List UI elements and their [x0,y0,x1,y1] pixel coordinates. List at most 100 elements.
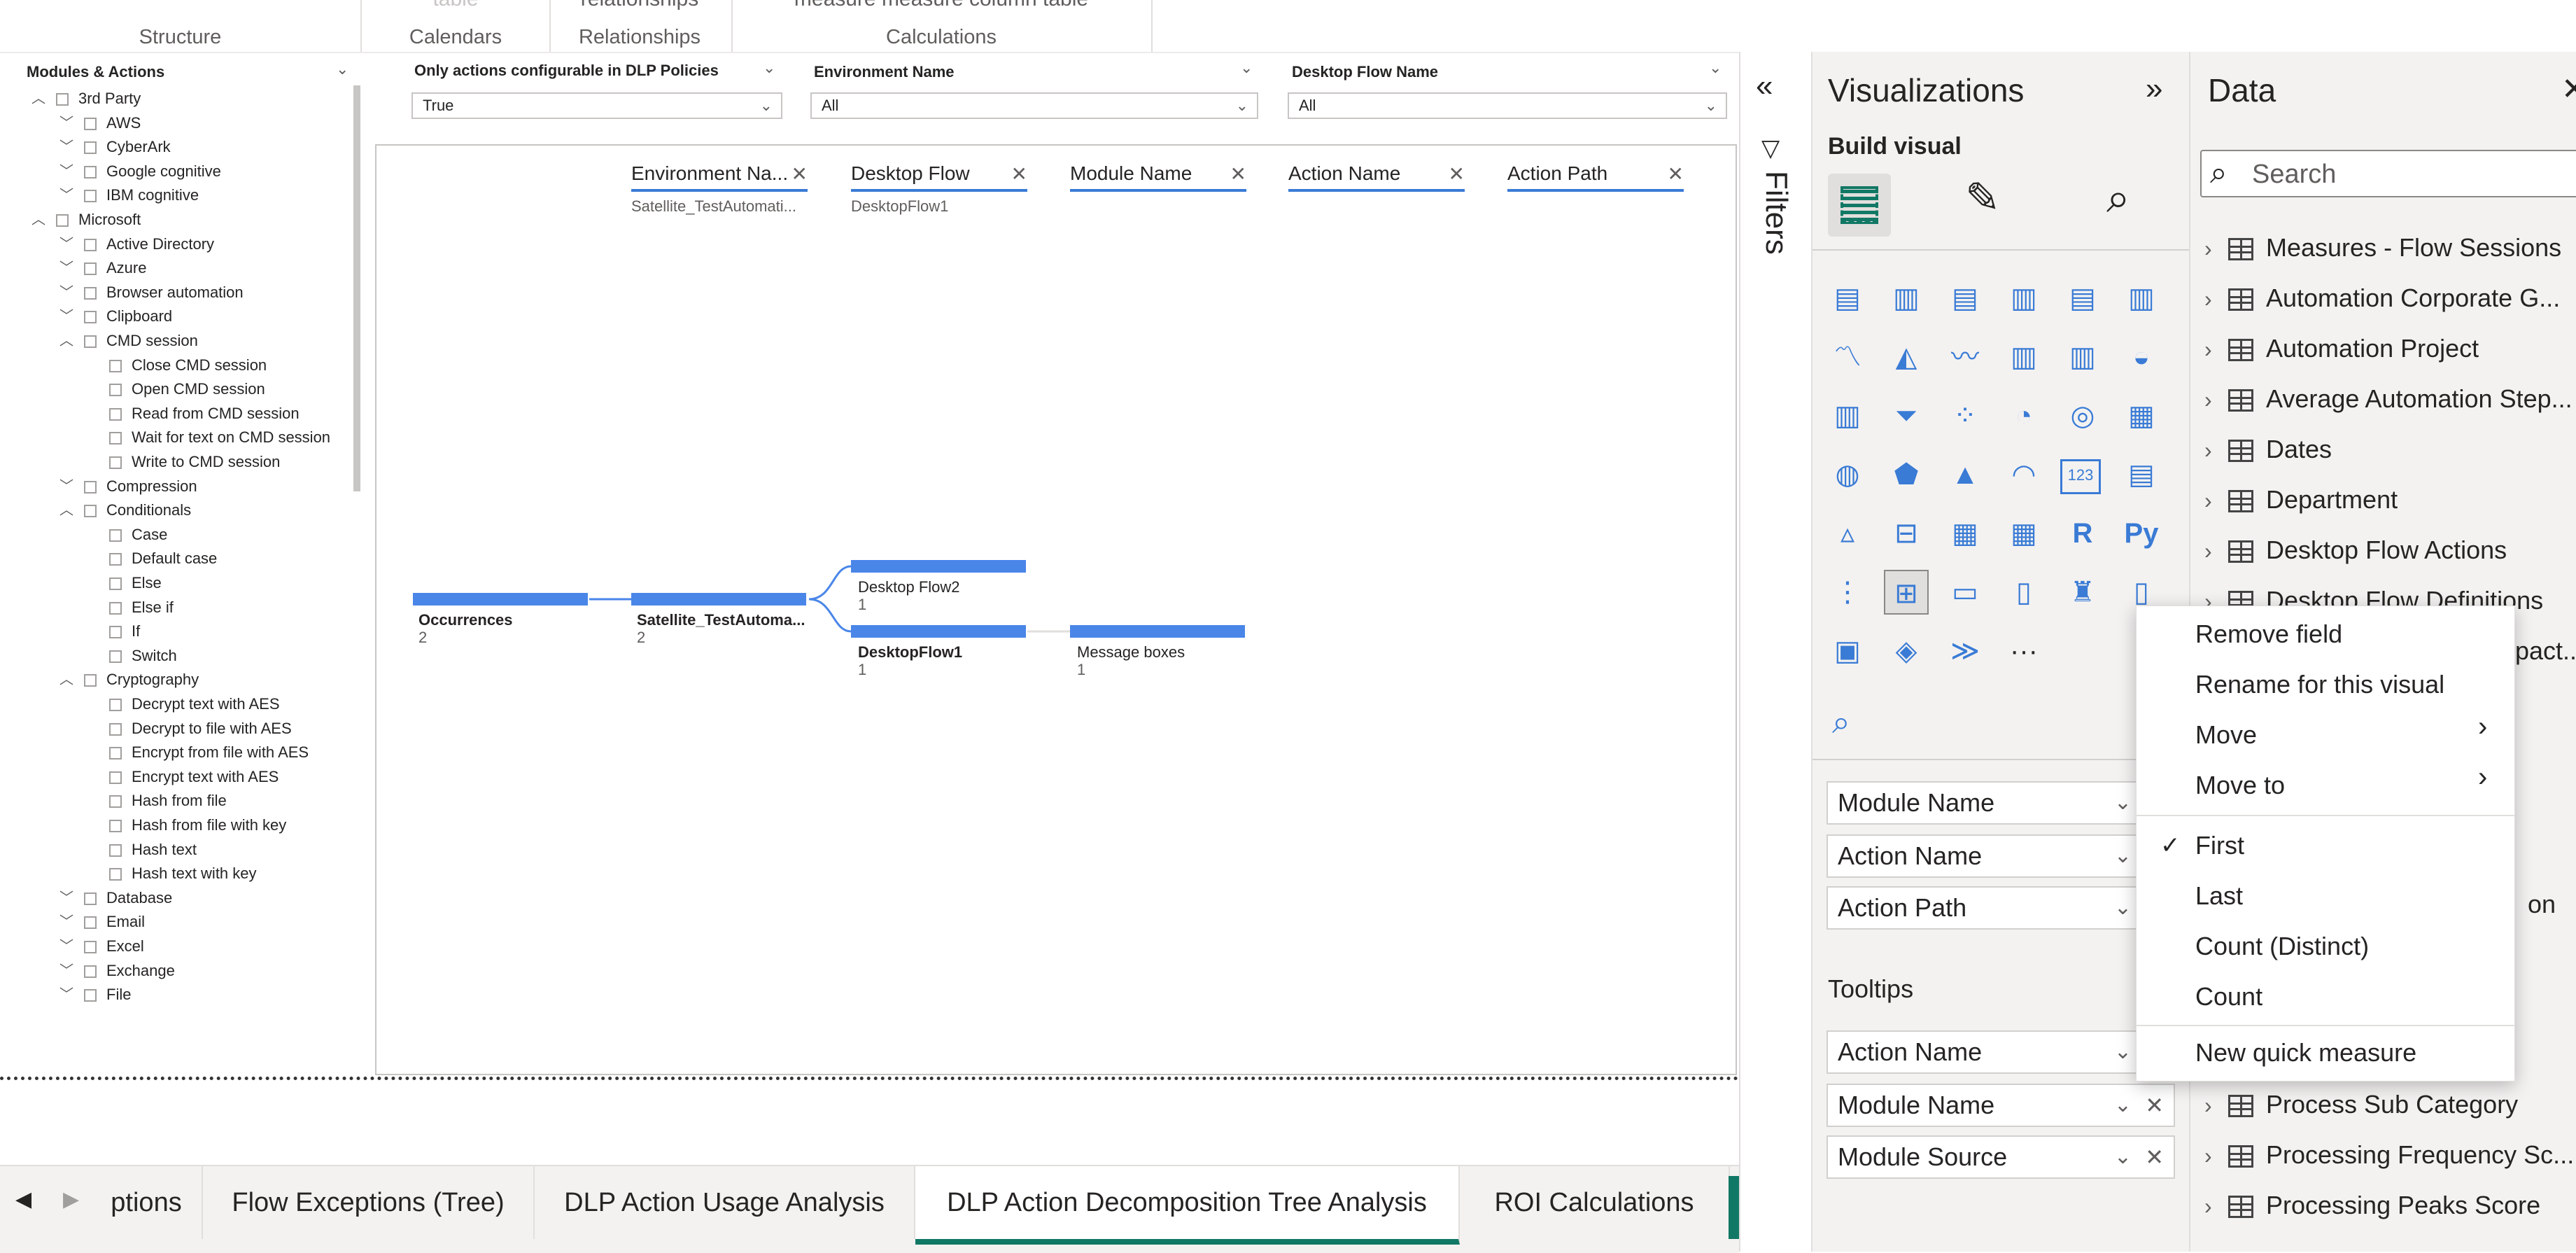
visual-type-icon[interactable]: ▤ [1943,276,1987,321]
chevron-right-icon[interactable]: › [2204,223,2228,274]
tab-flow-exceptions-tree[interactable]: Flow Exceptions (Tree) [203,1166,535,1239]
r-visual-icon[interactable]: R [2060,511,2105,556]
visual-type-icon[interactable]: ◎ [2060,393,2105,438]
visual-type-icon[interactable]: ▲ [1943,452,1987,497]
data-table-item[interactable]: › Average Automation Step... [2204,374,2573,424]
menu-item-new-quick-measure[interactable]: New quick measure [2195,1028,2416,1078]
chevron-right-icon[interactable]: › [2204,1181,2228,1231]
visual-type-icon[interactable]: ⬟ [1884,452,1929,497]
analytics-icon[interactable]: ⌕ [2106,174,2130,223]
visual-type-icon[interactable]: ▦ [1943,511,1987,556]
data-table-item[interactable]: › Process Sub Category [2204,1079,2518,1130]
visual-type-icon[interactable]: ◒ [2119,335,2164,379]
menu-item-move[interactable]: Move [2195,710,2257,760]
visual-type-icon[interactable]: ▦ [2119,393,2164,438]
data-table-item[interactable]: › Processing Peaks Score [2204,1180,2540,1231]
build-visual-tab[interactable] [1828,174,1891,237]
visual-type-icon[interactable]: ▯ [2001,570,2046,615]
visual-type-icon[interactable]: ▥ [2060,335,2105,379]
tab-dlp-decomposition-tree[interactable]: DLP Action Decomposition Tree Analysis [915,1166,1460,1245]
tab-scroll-right-icon[interactable]: ▶ [63,1187,79,1212]
chevron-right-icon[interactable]: › [2204,324,2228,374]
chevron-right-icon[interactable]: › [2204,374,2228,425]
field-well-action-name[interactable]: Action Name ⌄ [1827,834,2175,878]
chevron-right-icon[interactable]: › [2204,425,2228,475]
tooltip-well-module-name[interactable]: Module Name ⌄ ✕ [1827,1084,2175,1127]
visual-type-icon[interactable]: ▤ [1825,276,1870,321]
close-icon[interactable]: ✕ [2145,1085,2164,1126]
data-table-item[interactable]: › Desktop Flow Actions [2204,525,2507,575]
data-table-item[interactable]: › Department [2204,475,2398,525]
field-well-action-path[interactable]: Action Path ⌄ [1827,886,2175,930]
more-visuals-icon[interactable]: ··· [2001,629,2046,673]
visual-type-icon[interactable]: ▤ [2060,276,2105,321]
visual-type-icon[interactable]: ◠ [2001,452,2046,497]
card-visual-icon[interactable]: 123 [2060,459,2101,494]
visual-type-icon[interactable]: ▣ [1825,629,1870,673]
menu-item-last[interactable]: Last [2195,871,2243,921]
visual-type-icon[interactable]: ⏷ [1884,393,1929,438]
data-table-item[interactable]: on [2528,879,2556,930]
visual-type-icon[interactable]: ▦ [2001,511,2046,556]
menu-item-rename[interactable]: Rename for this visual [2195,659,2444,710]
visual-type-icon[interactable]: ◈ [1884,629,1929,673]
search-icon[interactable]: ⌕ [1832,703,1850,742]
chevron-right-icon[interactable]: › [2204,475,2228,526]
tree-node-bar-flow1[interactable] [851,625,1026,638]
chevron-down-icon[interactable]: ⌄ [2114,1032,2132,1072]
visual-type-icon[interactable]: ▤ [2119,452,2164,497]
visual-type-icon[interactable]: ≫ [1943,629,1987,673]
tab-scroll-left-icon[interactable]: ◀ [15,1187,31,1212]
chevron-right-icon[interactable]: › [2204,1080,2228,1130]
visual-type-icon[interactable]: 〽 [1825,335,1870,379]
tree-node-bar-flow2[interactable] [851,560,1026,573]
data-search-input[interactable]: ⌕ Search [2200,150,2576,197]
visual-type-icon[interactable]: ▵ [1825,511,1870,556]
tree-node-bar-root[interactable] [413,593,588,606]
tab-dlp-action-usage[interactable]: DLP Action Usage Analysis [535,1166,915,1239]
data-table-item[interactable]: › Measures - Flow Sessions [2204,223,2561,273]
visual-type-icon[interactable]: ▥ [2001,276,2046,321]
tab-options[interactable]: ptions [91,1166,203,1239]
menu-item-count-distinct[interactable]: Count (Distinct) [2195,921,2369,972]
visual-type-icon[interactable]: ⋮ [1825,570,1870,615]
format-brush-icon[interactable]: ✎ [1965,174,2000,223]
visual-type-icon[interactable]: ⁘ [1943,393,1987,438]
python-visual-icon[interactable]: Py [2119,511,2164,556]
chevron-down-icon[interactable]: ⌄ [2114,888,2132,928]
visual-type-icon[interactable]: ▥ [1884,276,1929,321]
field-well-module-name[interactable]: Module Name ⌄ [1827,781,2175,825]
collapse-right-icon[interactable]: » [2146,71,2162,106]
tree-node-bar-env[interactable] [631,593,806,606]
expand-left-icon[interactable]: « [1756,69,1773,104]
data-table-item[interactable]: pact.. [2515,626,2576,676]
close-icon[interactable]: ✕ [2561,71,2576,107]
menu-item-remove-field[interactable]: Remove field [2195,609,2342,659]
close-icon[interactable]: ✕ [2145,1137,2164,1177]
visual-type-icon[interactable]: ◍ [1825,452,1870,497]
menu-item-move-to[interactable]: Move to [2195,760,2285,811]
chevron-right-icon[interactable]: › [2204,274,2228,324]
visual-type-icon[interactable]: ♜ [2060,570,2105,615]
chevron-down-icon[interactable]: ⌄ [2114,836,2132,876]
tooltip-well-action-name[interactable]: Action Name ⌄ [1827,1030,2175,1074]
filters-pane-label[interactable]: Filters [1759,171,1794,255]
data-table-item[interactable]: › Automation Corporate G... [2204,273,2560,323]
tree-node-bar-module[interactable] [1070,625,1245,638]
decomposition-tree-visual-icon[interactable]: ⊞ [1884,570,1929,615]
chevron-down-icon[interactable]: ⌄ [2114,1137,2132,1177]
visual-type-icon[interactable]: ▥ [2119,276,2164,321]
menu-item-count[interactable]: Count [2195,972,2262,1022]
visual-type-icon[interactable]: ◭ [1884,335,1929,379]
menu-item-first[interactable]: First [2195,820,2244,871]
tooltip-well-module-source[interactable]: Module Source ⌄ ✕ [1827,1135,2175,1179]
chevron-right-icon[interactable]: › [2204,526,2228,576]
visual-type-icon[interactable]: 〰 [1943,335,1987,379]
visual-type-icon[interactable]: ⊟ [1884,511,1929,556]
chevron-right-icon[interactable]: › [2204,1130,2228,1181]
visual-type-icon[interactable]: ▥ [2001,335,2046,379]
chevron-down-icon[interactable]: ⌄ [2114,1085,2132,1126]
data-table-item[interactable]: › Automation Project [2204,323,2479,374]
data-table-item[interactable]: › Dates [2204,424,2332,475]
visual-type-icon[interactable]: ▭ [1943,570,1987,615]
